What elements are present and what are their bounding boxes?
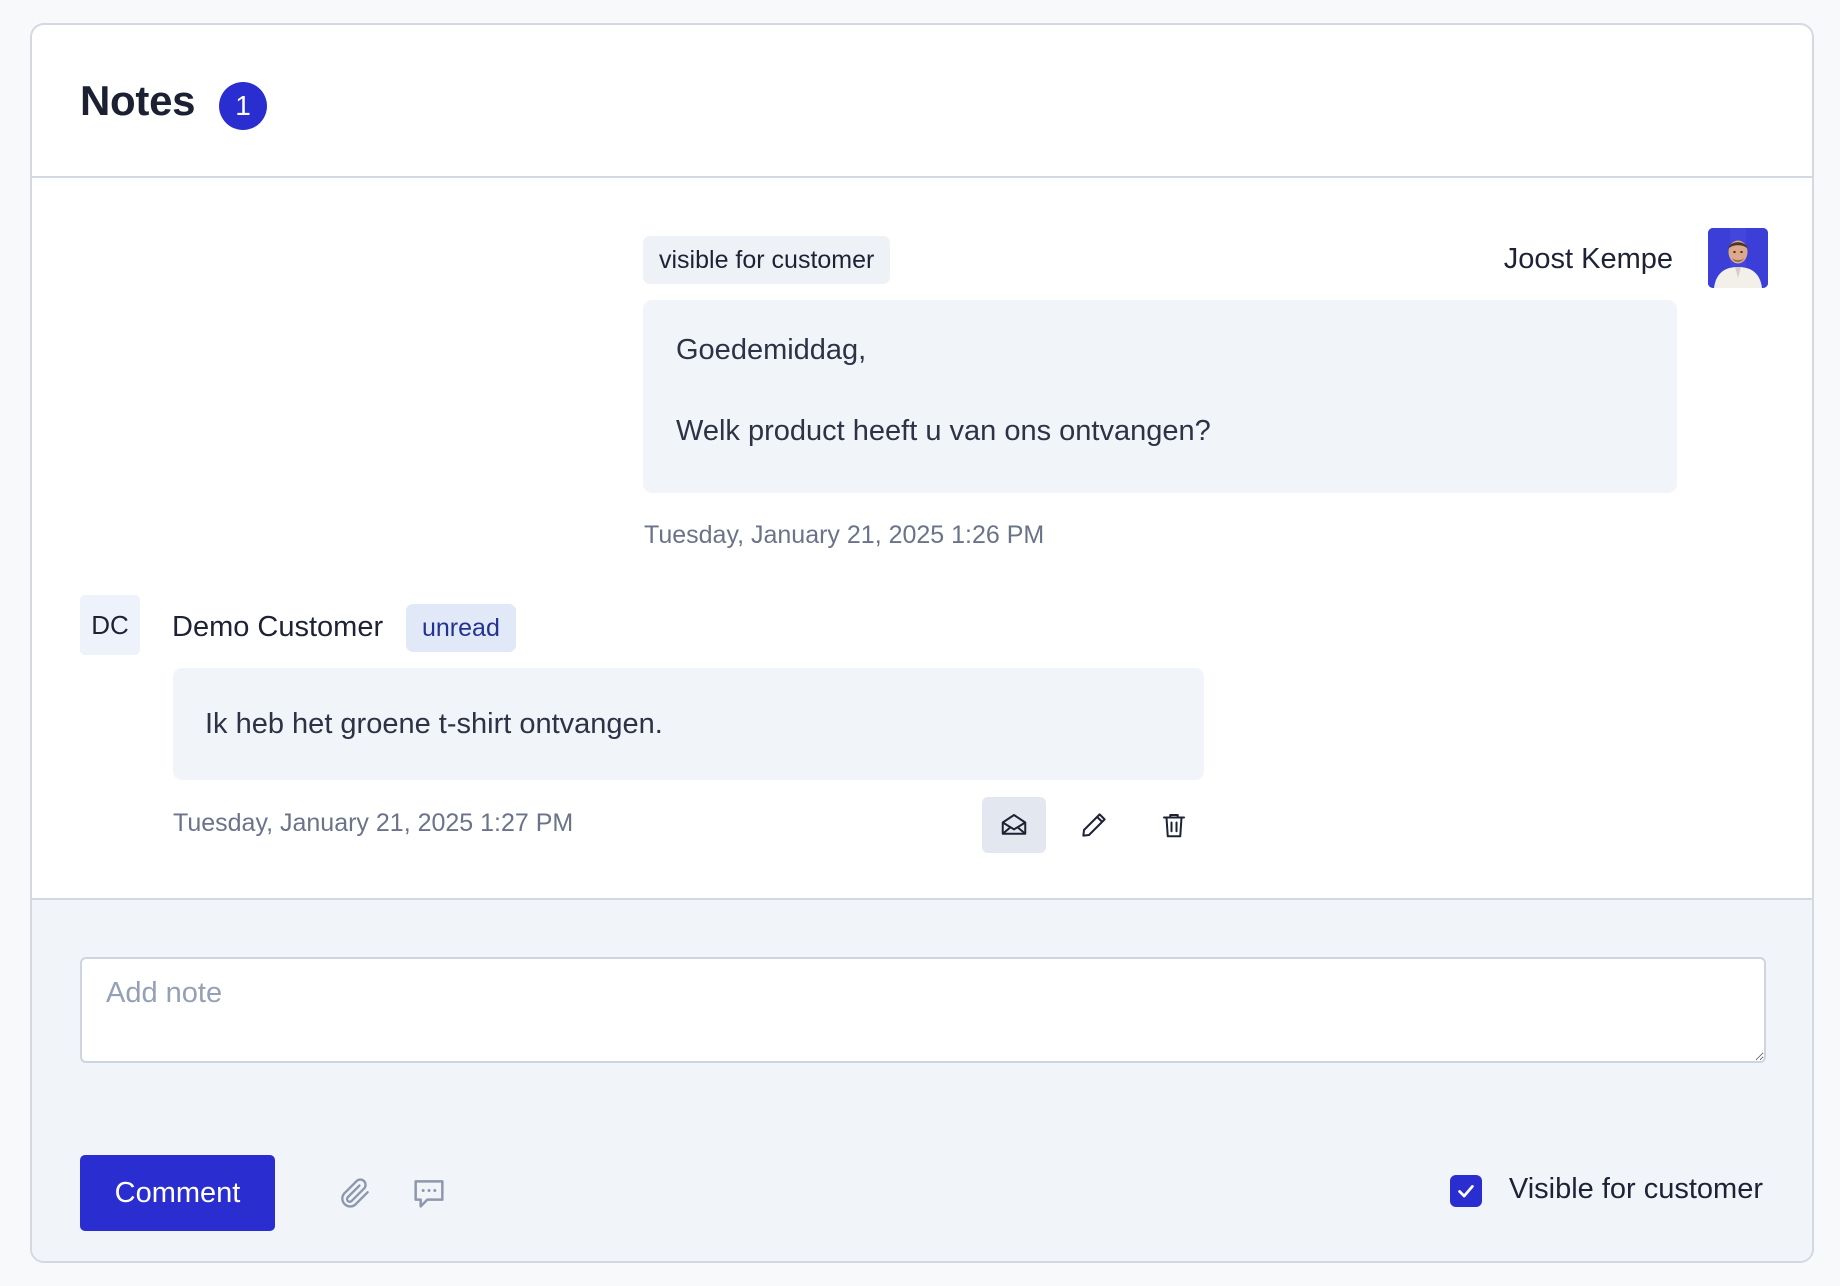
edit-note-button[interactable] xyxy=(1062,797,1126,853)
note-composer: Comment Visible for customer xyxy=(32,898,1812,1261)
canned-response-button[interactable] xyxy=(406,1170,452,1216)
attach-file-button[interactable] xyxy=(332,1170,378,1216)
note-line: Goedemiddag, xyxy=(676,334,867,366)
envelope-open-icon xyxy=(1001,814,1027,835)
note-timestamp: Tuesday, January 21, 2025 1:26 PM xyxy=(644,521,1045,549)
delete-note-button[interactable] xyxy=(1142,797,1206,853)
notes-header: Notes 1 xyxy=(32,25,1812,178)
checkmark-icon xyxy=(1458,1185,1474,1198)
note-author: Joost Kempe xyxy=(1503,243,1673,275)
mark-read-button[interactable] xyxy=(982,797,1046,853)
notes-count-badge: 1 xyxy=(219,82,267,130)
note-author: Demo Customer xyxy=(172,611,384,643)
user-photo-icon xyxy=(1708,228,1768,288)
pencil-icon xyxy=(1082,813,1106,837)
comment-button[interactable]: Comment xyxy=(80,1155,275,1231)
notes-card: Notes 1 visible for customer Joost Kempe… xyxy=(30,23,1814,1263)
note-timestamp: Tuesday, January 21, 2025 1:27 PM xyxy=(173,809,574,837)
unread-badge: unread xyxy=(406,604,516,652)
add-note-input[interactable] xyxy=(80,957,1766,1063)
note-bubble: Ik heb het groene t-shirt ontvangen. xyxy=(173,668,1204,780)
visible-for-customer-label[interactable]: Visible for customer xyxy=(1509,1173,1763,1206)
avatar-initials: DC xyxy=(80,595,140,655)
note-line: Welk product heeft u van ons ontvangen? xyxy=(676,415,1211,447)
visibility-tag: visible for customer xyxy=(643,236,891,284)
trash-icon xyxy=(1163,814,1185,838)
paperclip-icon xyxy=(341,1178,369,1208)
note-bubble: Goedemiddag, Welk product heeft u van on… xyxy=(643,300,1677,493)
avatar xyxy=(1708,228,1768,288)
chat-bubble-icon xyxy=(414,1180,444,1208)
notes-title: Notes xyxy=(80,77,196,124)
visible-for-customer-checkbox[interactable] xyxy=(1450,1175,1482,1207)
